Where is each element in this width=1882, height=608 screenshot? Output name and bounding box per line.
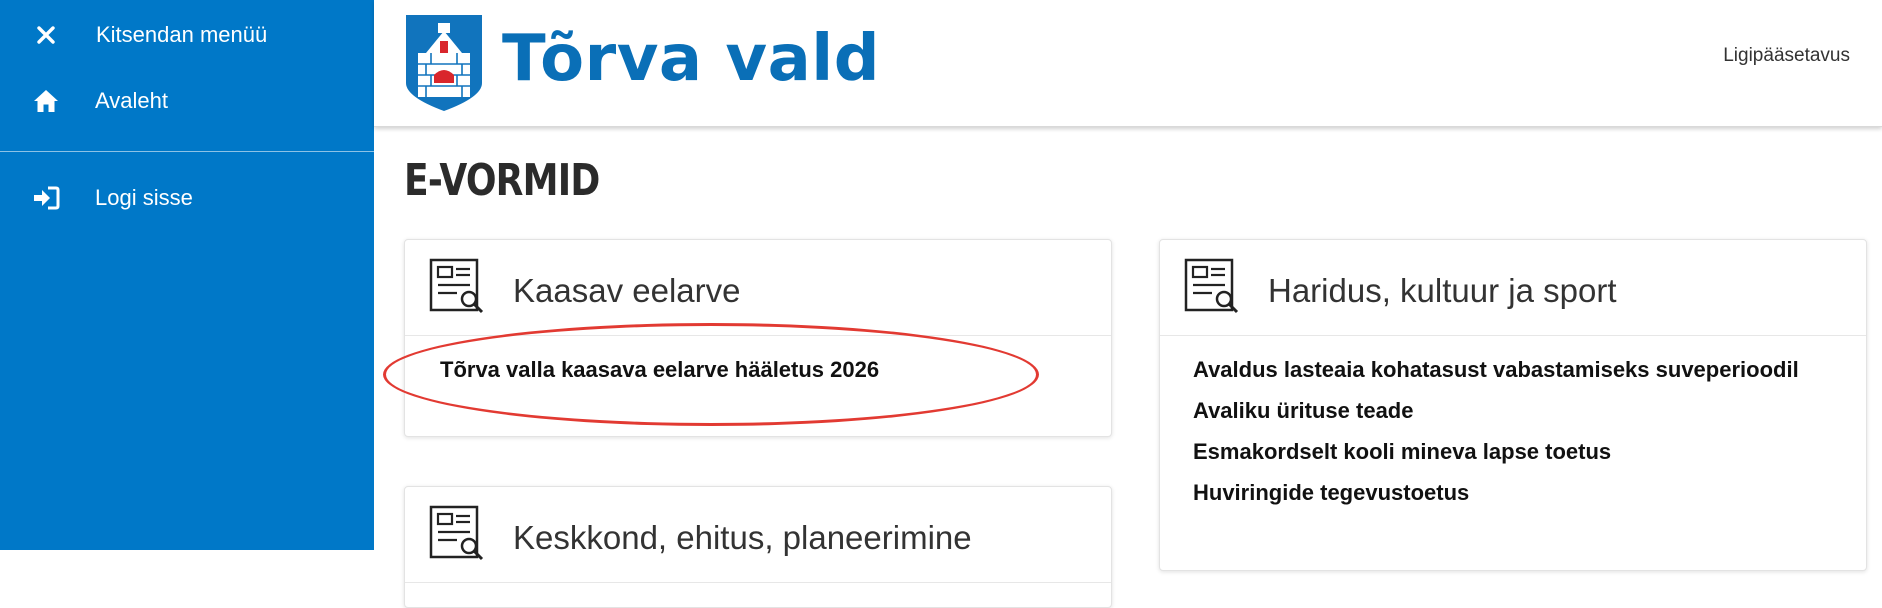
form-search-icon	[429, 258, 484, 314]
accessibility-link[interactable]: Ligipääsetavus	[1723, 45, 1850, 67]
sidebar-item-login[interactable]: Logi sisse	[0, 173, 374, 223]
card-links: Tõrva valla kaasava eelarve hääletus 202…	[405, 336, 1111, 383]
card-header: Haridus, kultuur ja sport	[1160, 240, 1866, 336]
card-title: Kaasav eelarve	[513, 272, 741, 309]
card-title: Keskkond, ehitus, planeerimine	[513, 519, 972, 556]
sidebar: Kitsendan menüü Avaleht Logi sisse	[0, 0, 374, 550]
collapse-menu-label: Kitsendan menüü	[96, 22, 268, 47]
form-link[interactable]: Huviringide tegevustoetus	[1193, 479, 1833, 506]
home-icon	[31, 86, 61, 116]
form-search-icon	[429, 505, 484, 561]
coat-of-arms-logo[interactable]	[404, 13, 484, 113]
site-header: Tõrva vald Ligipääsetavus	[374, 0, 1882, 127]
sidebar-item-home[interactable]: Avaleht	[0, 76, 374, 126]
card-participatory-budget: Kaasav eelarve Tõrva valla kaasava eelar…	[404, 239, 1112, 437]
card-header: Keskkond, ehitus, planeerimine	[405, 487, 1111, 583]
sidebar-item-label: Logi sisse	[95, 185, 193, 210]
card-education-culture-sport: Haridus, kultuur ja sport Avaldus lastea…	[1159, 239, 1867, 571]
card-header: Kaasav eelarve	[405, 240, 1111, 336]
close-icon	[31, 20, 61, 50]
form-link[interactable]: Esmakordselt kooli mineva lapse toetus	[1193, 438, 1833, 465]
collapse-menu-button[interactable]: Kitsendan menüü	[0, 10, 374, 60]
card-title: Haridus, kultuur ja sport	[1268, 272, 1617, 309]
page-title: E-VORMID	[404, 155, 600, 206]
sign-in-icon	[31, 183, 61, 213]
form-link[interactable]: Avaliku ürituse teade	[1193, 397, 1833, 424]
card-environment-construction-planning: Keskkond, ehitus, planeerimine	[404, 486, 1112, 608]
card-links: Avaldus lasteaia kohatasust vabastamisek…	[1160, 336, 1866, 506]
form-link[interactable]: Tõrva valla kaasava eelarve hääletus 202…	[440, 356, 1080, 383]
sidebar-divider	[0, 151, 374, 152]
sidebar-item-label: Avaleht	[95, 88, 168, 113]
form-search-icon	[1184, 258, 1239, 314]
brand-name[interactable]: Tõrva vald	[502, 22, 880, 96]
form-link[interactable]: Avaldus lasteaia kohatasust vabastamisek…	[1193, 356, 1833, 383]
